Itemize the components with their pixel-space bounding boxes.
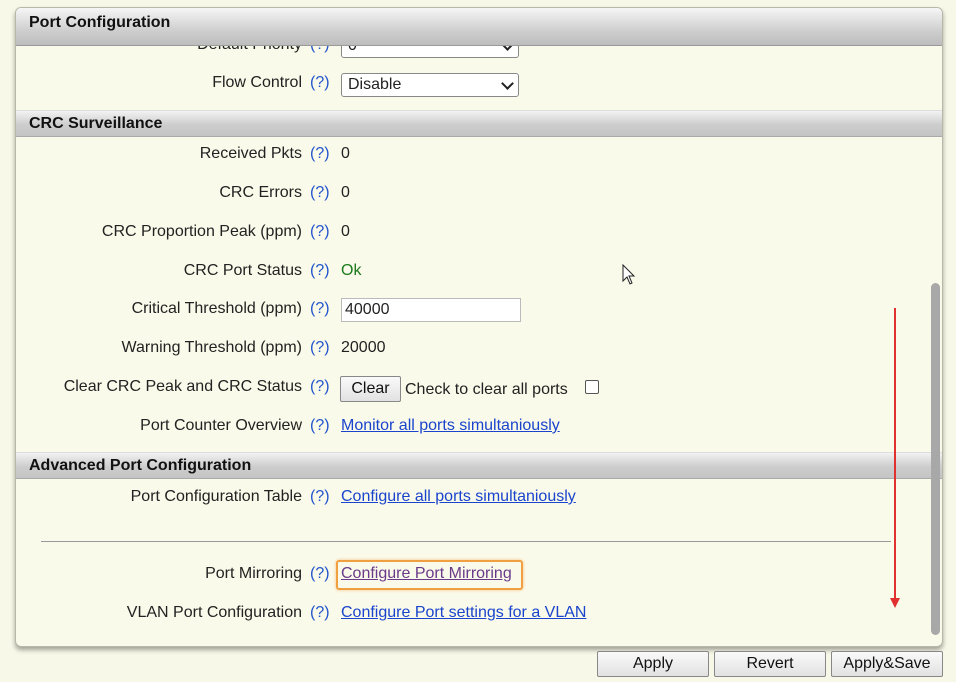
crc-errors-label: CRC Errors — [219, 184, 302, 201]
received-pkts-help-link[interactable]: (?) — [310, 145, 330, 163]
apply-button[interactable]: Apply — [597, 651, 709, 677]
crc-port-status-value: Ok — [341, 262, 362, 279]
flow-control-help-link[interactable]: (?) — [310, 74, 330, 92]
configure-port-mirroring-link[interactable]: Configure Port Mirroring — [341, 565, 512, 583]
warning-threshold-help-link[interactable]: (?) — [310, 339, 330, 357]
crc-peak-label: CRC Proportion Peak (ppm) — [101, 223, 302, 240]
chevron-down-icon — [501, 77, 514, 90]
port-config-table-row: Port Configuration Table (?) Configure a… — [16, 486, 916, 512]
port-config-table-help-link[interactable]: (?) — [310, 488, 330, 506]
port-counter-overview-row: Port Counter Overview (?) Monitor all po… — [16, 415, 916, 441]
critical-threshold-help-link[interactable]: (?) — [310, 300, 330, 318]
warning-threshold-label: Warning Threshold (ppm) — [121, 339, 302, 356]
clear-crc-label: Clear CRC Peak and CRC Status — [63, 378, 302, 395]
critical-threshold-label: Critical Threshold (ppm) — [131, 300, 302, 317]
clear-crc-help-link[interactable]: (?) — [310, 378, 330, 396]
mouse-cursor-icon — [622, 264, 636, 285]
flow-control-select[interactable]: Disable — [341, 73, 519, 97]
advanced-section-title: Advanced Port Configuration — [29, 457, 252, 474]
port-counter-overview-help-link[interactable]: (?) — [310, 417, 330, 435]
crc-port-status-help-link[interactable]: (?) — [310, 262, 330, 280]
clear-button[interactable]: Clear — [340, 376, 401, 402]
critical-threshold-row: Critical Threshold (ppm) (?) — [16, 298, 916, 324]
crc-port-status-row: CRC Port Status (?) Ok — [16, 260, 916, 286]
vlan-port-config-row: VLAN Port Configuration (?) Configure Po… — [16, 602, 916, 628]
crc-errors-value: 0 — [341, 184, 350, 201]
critical-threshold-input[interactable] — [341, 298, 521, 322]
flow-control-value: Disable — [348, 76, 402, 93]
configure-all-ports-link[interactable]: Configure all ports simultaniously — [341, 488, 576, 506]
revert-button[interactable]: Revert — [714, 651, 826, 677]
advanced-section-header: Advanced Port Configuration — [16, 452, 942, 479]
panel-header: Port Configuration — [16, 8, 942, 46]
apply-save-button[interactable]: Apply&Save — [831, 651, 943, 677]
monitor-all-ports-link[interactable]: Monitor all ports simultaniously — [341, 417, 560, 435]
received-pkts-value: 0 — [341, 145, 350, 162]
flow-control-label: Flow Control — [212, 74, 302, 91]
crc-section-title: CRC Surveillance — [29, 115, 163, 132]
panel-title: Port Configuration — [29, 14, 171, 31]
received-pkts-row: Received Pkts (?) 0 — [16, 143, 916, 169]
port-mirroring-label: Port Mirroring — [205, 565, 302, 582]
scroll-down-annotation-line — [894, 308, 896, 600]
crc-peak-value: 0 — [341, 223, 350, 240]
port-counter-overview-label: Port Counter Overview — [140, 417, 302, 434]
clear-crc-row: Clear CRC Peak and CRC Status (?) Clear … — [16, 376, 916, 402]
warning-threshold-value: 20000 — [341, 339, 386, 356]
vlan-port-config-label: VLAN Port Configuration — [126, 604, 302, 621]
crc-section-header: CRC Surveillance — [16, 110, 942, 137]
vertical-scrollbar[interactable] — [931, 283, 940, 635]
clear-all-ports-checkbox[interactable] — [585, 380, 599, 394]
received-pkts-label: Received Pkts — [199, 145, 302, 162]
configure-vlan-port-link[interactable]: Configure Port settings for a VLAN — [341, 604, 586, 622]
arrow-down-icon — [890, 598, 900, 608]
crc-peak-help-link[interactable]: (?) — [310, 223, 330, 241]
clear-all-ports-label: Check to clear all ports — [405, 381, 568, 398]
crc-peak-row: CRC Proportion Peak (ppm) (?) 0 — [16, 221, 916, 247]
divider — [41, 541, 891, 542]
port-mirroring-row: Port Mirroring (?) Configure Port Mirror… — [16, 560, 916, 590]
crc-errors-row: CRC Errors (?) 0 — [16, 182, 916, 208]
warning-threshold-row: Warning Threshold (ppm) (?) 20000 — [16, 337, 916, 363]
port-config-table-label: Port Configuration Table — [130, 488, 302, 505]
port-mirroring-help-link[interactable]: (?) — [310, 565, 330, 583]
vlan-port-config-help-link[interactable]: (?) — [310, 604, 330, 622]
crc-errors-help-link[interactable]: (?) — [310, 184, 330, 202]
crc-port-status-label: CRC Port Status — [183, 262, 302, 279]
flow-control-row: Flow Control (?) Disable — [16, 72, 916, 98]
port-configuration-panel: Default Priority (?) 0 Port Configuratio… — [15, 7, 943, 647]
